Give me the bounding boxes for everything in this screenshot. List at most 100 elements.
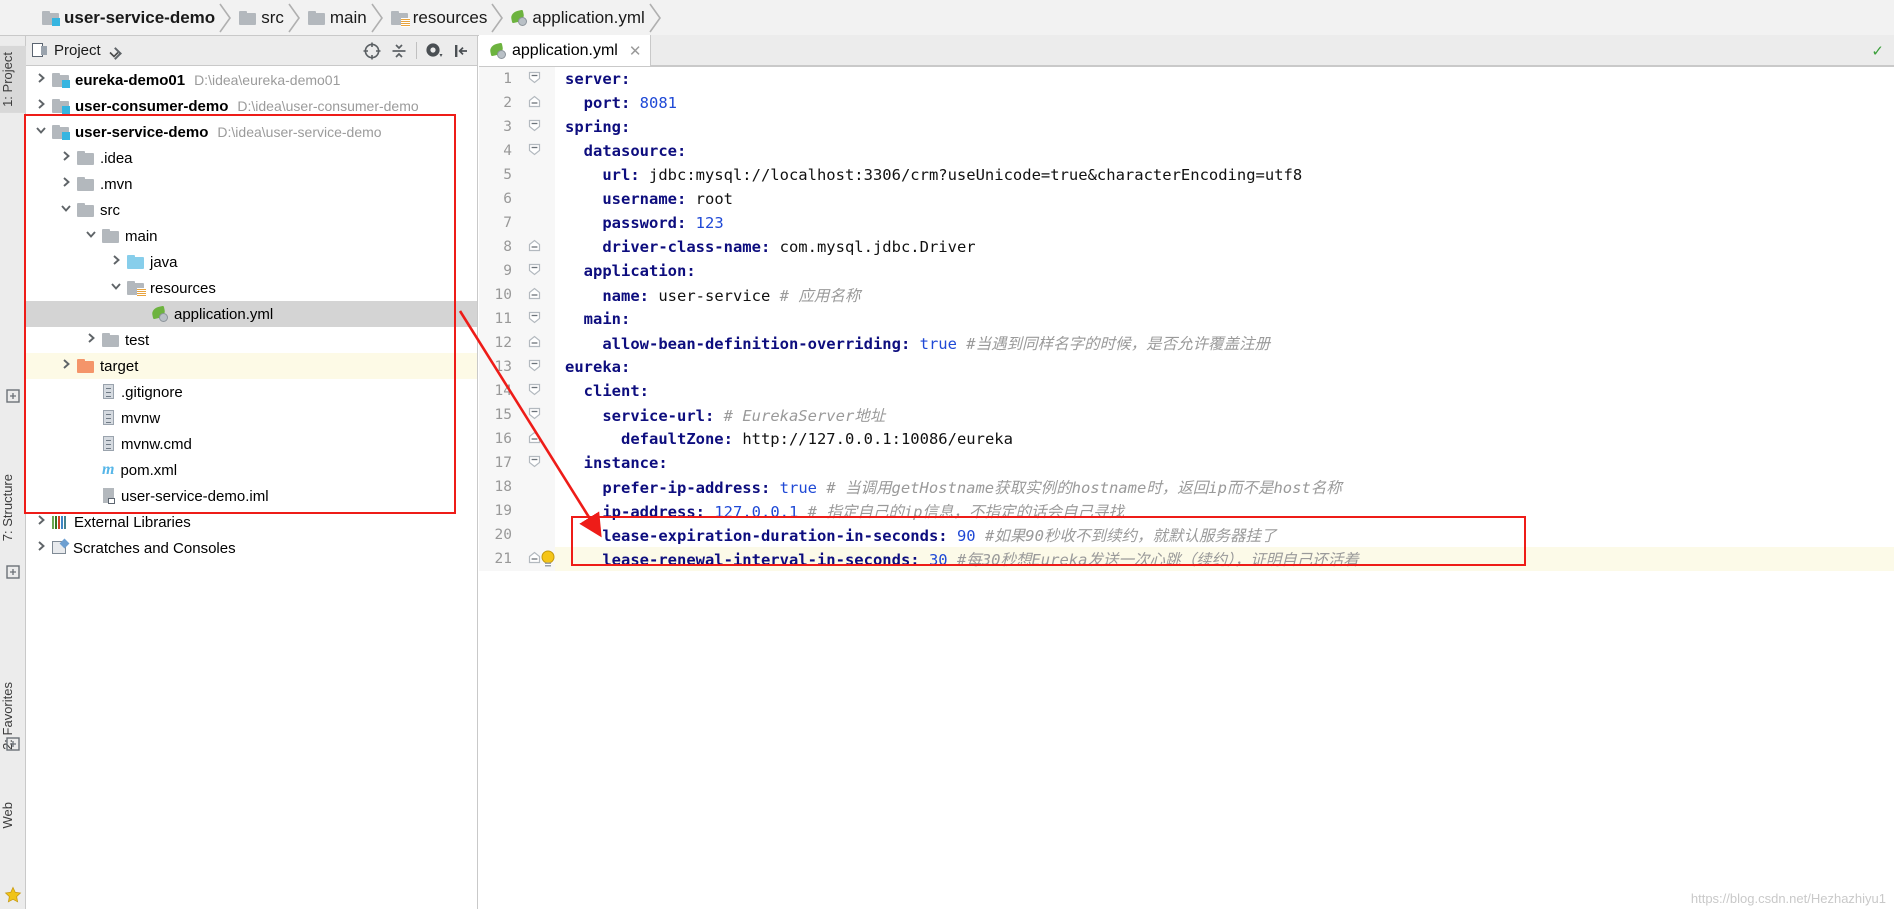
code-line[interactable]: 4 datasource: <box>479 139 1894 163</box>
tree-row-src[interactable]: src <box>26 197 477 223</box>
chevron-down-icon[interactable] <box>84 227 102 245</box>
chevron-right-icon[interactable] <box>109 253 127 271</box>
module-folder-icon <box>52 99 70 114</box>
chevron-down-icon[interactable] <box>34 123 52 141</box>
code-line[interactable]: 11 main: <box>479 307 1894 331</box>
code-line[interactable]: 8 driver-class-name: com.mysql.jdbc.Driv… <box>479 235 1894 259</box>
code-line[interactable]: 3 spring: <box>479 115 1894 139</box>
fold-marker-icon[interactable] <box>521 67 555 91</box>
tool-window-tab-1-project[interactable]: 1: Project <box>0 46 26 113</box>
tree-row-user-service-demo-iml[interactable]: user-service-demo.iml <box>26 483 477 509</box>
code-line[interactable]: 16 defaultZone: http://127.0.0.1:10086/e… <box>479 427 1894 451</box>
tree-row-target[interactable]: target <box>26 353 477 379</box>
chevron-right-icon[interactable] <box>84 331 102 349</box>
chevron-down-icon[interactable] <box>59 201 77 219</box>
hide-panel-icon[interactable] <box>451 41 471 61</box>
code-line[interactable]: 15 service-url: # EurekaServer地址 <box>479 403 1894 427</box>
chevron-right-icon[interactable] <box>59 149 77 167</box>
code-line[interactable]: 10 name: user-service # 应用名称 <box>479 283 1894 307</box>
code-line[interactable]: 14 client: <box>479 379 1894 403</box>
tree-row-main[interactable]: main <box>26 223 477 249</box>
tab-application-yml[interactable]: application.yml ✕ <box>479 35 652 66</box>
tree-row-mvnw[interactable]: mvnw <box>26 405 477 431</box>
chevron-right-icon[interactable] <box>34 97 52 115</box>
tool-window-tab-web[interactable]: Web <box>0 796 26 835</box>
fold-marker-icon[interactable] <box>521 379 555 403</box>
code-line[interactable]: 9 application: <box>479 259 1894 283</box>
code-line[interactable]: 21 lease-renewal-interval-in-seconds: 30… <box>479 547 1894 571</box>
close-icon[interactable]: ✕ <box>629 42 642 60</box>
iml-module-icon <box>102 488 115 504</box>
fold-marker-icon[interactable] <box>521 451 555 475</box>
code-editor[interactable]: 1 server: 2 port: 8081 3 spring: 4 datasource… <box>479 67 1894 909</box>
favorites-star-icon[interactable] <box>4 886 22 904</box>
collapse-all-icon[interactable] <box>389 41 409 61</box>
intention-bulb-icon[interactable] <box>539 549 557 569</box>
project-scope-chevron-down-icon[interactable] <box>108 47 120 59</box>
code-token: application: <box>565 262 696 280</box>
chevron-right-icon[interactable] <box>34 71 52 89</box>
chevron-right-icon[interactable] <box>59 175 77 193</box>
fold-marker-icon[interactable] <box>521 283 555 307</box>
breadcrumb: user-service-demo src main resources applica… <box>0 0 1894 36</box>
code-line-text: service-url: # EurekaServer地址 <box>555 404 885 426</box>
breadcrumb-item-application-yml[interactable]: application.yml <box>505 0 646 36</box>
code-line[interactable]: 19 ip-address: 127.0.0.1 # 指定自己的ip信息，不指定… <box>479 499 1894 523</box>
web-icon[interactable] <box>5 736 21 752</box>
fold-marker-icon[interactable] <box>521 115 555 139</box>
tree-row--gitignore[interactable]: .gitignore <box>26 379 477 405</box>
tree-row-eureka-demo01[interactable]: eureka-demo01 D:\idea\eureka-demo01 <box>26 67 477 93</box>
line-number: 11 <box>479 307 521 331</box>
tree-row-user-service-demo[interactable]: user-service-demo D:\idea\user-service-de… <box>26 119 477 145</box>
fold-marker-icon[interactable] <box>521 355 555 379</box>
fold-marker-icon[interactable] <box>521 427 555 451</box>
tree-row-test[interactable]: test <box>26 327 477 353</box>
tool-window-tab-7-structure[interactable]: 7: Structure <box>0 468 26 547</box>
code-line-text: datasource: <box>555 142 687 160</box>
tree-row-resources[interactable]: resources <box>26 275 477 301</box>
code-line[interactable]: 18 prefer-ip-address: true # 当调用getHostn… <box>479 475 1894 499</box>
breadcrumb-item-src[interactable]: src <box>233 0 286 36</box>
tree-row--idea[interactable]: .idea <box>26 145 477 171</box>
code-line[interactable]: 7 password: 123 <box>479 211 1894 235</box>
tree-row-mvnw-cmd[interactable]: mvnw.cmd <box>26 431 477 457</box>
fold-marker-icon[interactable] <box>521 403 555 427</box>
fold-marker-icon[interactable] <box>521 139 555 163</box>
tree-row-java[interactable]: java <box>26 249 477 275</box>
breadcrumb-item-user-service-demo[interactable]: user-service-demo <box>36 0 217 36</box>
fold-marker-icon[interactable] <box>521 547 555 571</box>
project-tree[interactable]: eureka-demo01 D:\idea\eureka-demo01 user-c… <box>26 67 477 909</box>
code-line[interactable]: 12 allow-bean-definition-overriding: tru… <box>479 331 1894 355</box>
tree-row-external-libraries[interactable]: External Libraries <box>26 509 477 535</box>
settings-gear-icon[interactable] <box>424 41 444 61</box>
breadcrumb-item-main[interactable]: main <box>302 0 369 36</box>
tree-row--mvn[interactable]: .mvn <box>26 171 477 197</box>
code-line[interactable]: 6 username: root <box>479 187 1894 211</box>
fold-marker-icon[interactable] <box>521 91 555 115</box>
code-line[interactable]: 1 server: <box>479 67 1894 91</box>
code-line[interactable]: 5 url: jdbc:mysql://localhost:3306/crm?u… <box>479 163 1894 187</box>
tree-row-user-consumer-demo[interactable]: user-consumer-demo D:\idea\user-consumer-… <box>26 93 477 119</box>
code-line[interactable]: 17 instance: <box>479 451 1894 475</box>
chevron-down-icon[interactable] <box>109 279 127 297</box>
fold-marker-icon[interactable] <box>521 331 555 355</box>
tree-row-application-yml[interactable]: application.yml <box>26 301 477 327</box>
fold-marker-icon[interactable] <box>521 307 555 331</box>
code-line[interactable]: 2 port: 8081 <box>479 91 1894 115</box>
fold-marker-icon[interactable] <box>521 259 555 283</box>
tree-row-pom-xml[interactable]: m pom.xml <box>26 457 477 483</box>
structure-icon[interactable] <box>5 564 21 580</box>
code-line[interactable]: 13 eureka: <box>479 355 1894 379</box>
tree-row-scratches-and-consoles[interactable]: Scratches and Consoles <box>26 535 477 561</box>
code-line[interactable]: 20 lease-expiration-duration-in-seconds:… <box>479 523 1894 547</box>
code-token: user-service <box>649 287 780 305</box>
fold-marker-icon[interactable] <box>521 235 555 259</box>
chevron-right-icon[interactable] <box>34 513 52 531</box>
chevron-right-icon[interactable] <box>34 539 52 557</box>
inspection-status-icon[interactable]: ✓ <box>1871 42 1884 60</box>
breadcrumb-item-resources[interactable]: resources <box>385 0 490 36</box>
locate-in-tree-icon[interactable] <box>362 41 382 61</box>
ant-icon[interactable] <box>5 388 21 404</box>
chevron-right-icon[interactable] <box>59 357 77 375</box>
